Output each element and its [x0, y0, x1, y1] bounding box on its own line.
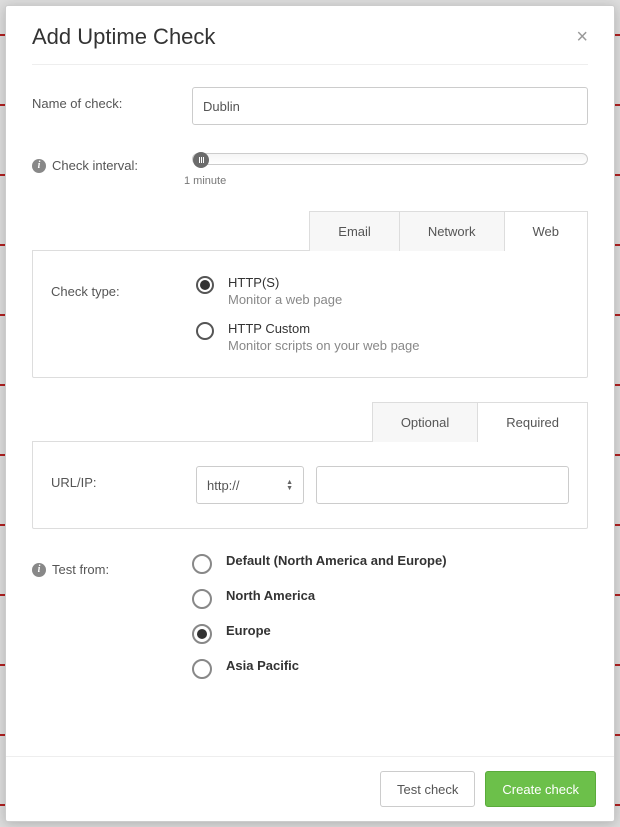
tab-network[interactable]: Network: [400, 211, 505, 251]
check-type-label: Check type:: [51, 275, 196, 299]
test-check-button[interactable]: Test check: [380, 771, 475, 807]
create-check-button[interactable]: Create check: [485, 771, 596, 807]
radio-http-custom[interactable]: [196, 322, 214, 340]
radio-region-default-north-america-and-europe-[interactable]: [192, 554, 212, 574]
radio-region-asia-pacific[interactable]: [192, 659, 212, 679]
info-icon[interactable]: i: [32, 563, 46, 577]
radio-region-north-america[interactable]: [192, 589, 212, 609]
add-uptime-check-modal: Add Uptime Check × Name of check: i Chec…: [5, 5, 615, 822]
tab-required[interactable]: Required: [478, 402, 588, 442]
url-scheme-value: http://: [207, 478, 240, 493]
radio-region-label: Europe: [226, 623, 271, 638]
close-icon[interactable]: ×: [576, 27, 588, 47]
name-of-check-input[interactable]: [192, 87, 588, 125]
check-interval-label: Check interval:: [52, 158, 138, 173]
check-interval-slider[interactable]: [192, 153, 588, 165]
stepper-icon: ▲▼: [286, 480, 293, 491]
tab-optional[interactable]: Optional: [372, 402, 478, 442]
slider-handle[interactable]: [193, 152, 209, 168]
modal-footer: Test check Create check: [6, 756, 614, 821]
radio-region-label: Asia Pacific: [226, 658, 299, 673]
radio-region-label: Default (North America and Europe): [226, 553, 447, 568]
radio-http-s-[interactable]: [196, 276, 214, 294]
radio-subtitle: Monitor a web page: [228, 292, 342, 307]
url-scheme-select[interactable]: http:// ▲▼: [196, 466, 304, 504]
radio-region-europe[interactable]: [192, 624, 212, 644]
radio-subtitle: Monitor scripts on your web page: [228, 338, 419, 353]
name-of-check-label: Name of check:: [32, 87, 192, 111]
test-from-label: Test from:: [52, 562, 109, 577]
modal-title: Add Uptime Check: [32, 24, 215, 50]
url-ip-label: URL/IP:: [51, 466, 196, 490]
radio-region-label: North America: [226, 588, 315, 603]
check-interval-value: 1 minute: [184, 175, 588, 187]
radio-title: HTTP Custom: [228, 321, 419, 336]
modal-scroll-area[interactable]: Add Uptime Check × Name of check: i Chec…: [6, 6, 614, 756]
tab-email[interactable]: Email: [309, 211, 400, 251]
info-icon[interactable]: i: [32, 159, 46, 173]
url-ip-input[interactable]: [316, 466, 569, 504]
tab-web[interactable]: Web: [505, 211, 589, 251]
radio-title: HTTP(S): [228, 275, 342, 290]
